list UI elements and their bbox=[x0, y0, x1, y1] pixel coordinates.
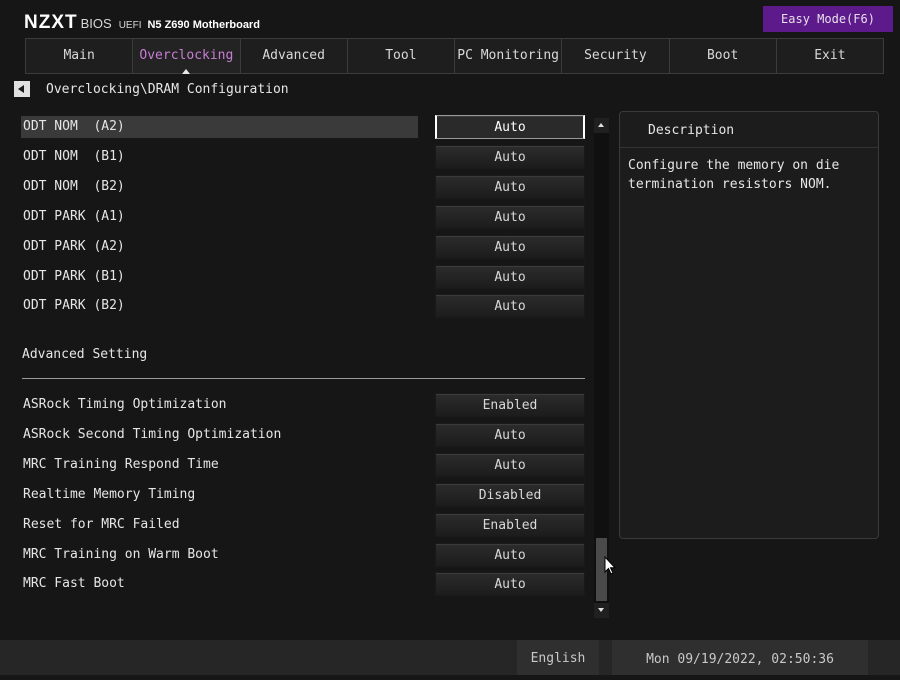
setting-value-odt-park-a2[interactable]: Auto bbox=[435, 234, 585, 259]
setting-label-mrc-training-respond-time[interactable]: MRC Training Respond Time bbox=[23, 454, 219, 476]
setting-value-odt-nom-b1[interactable]: Auto bbox=[435, 144, 585, 169]
setting-label-reset-for-mrc-failed[interactable]: Reset for MRC Failed bbox=[23, 514, 180, 536]
tab-exit[interactable]: Exit bbox=[775, 38, 884, 74]
setting-value-odt-park-b1[interactable]: Auto bbox=[435, 264, 585, 289]
motherboard-model: N5 Z690 Motherboard bbox=[147, 19, 260, 31]
setting-value-odt-nom-a2[interactable]: Auto bbox=[435, 115, 585, 139]
setting-label-odt-park-a2[interactable]: ODT PARK (A2) bbox=[23, 236, 125, 258]
tab-overclocking[interactable]: Overclocking bbox=[132, 38, 241, 74]
setting-label-asrock-second-timing-optimization[interactable]: ASRock Second Timing Optimization bbox=[23, 424, 281, 446]
setting-value-asrock-timing-optimization[interactable]: Enabled bbox=[435, 393, 585, 417]
description-text: Configure the memory on die termination … bbox=[628, 158, 848, 192]
breadcrumb: Overclocking\DRAM Configuration bbox=[14, 80, 289, 98]
setting-value-realtime-memory-timing[interactable]: Disabled bbox=[435, 482, 585, 507]
tab-security[interactable]: Security bbox=[561, 38, 670, 74]
setting-label-realtime-memory-timing[interactable]: Realtime Memory Timing bbox=[23, 484, 195, 506]
settings-scrollbar[interactable] bbox=[594, 118, 609, 618]
setting-value-asrock-second-timing-optimization[interactable]: Auto bbox=[435, 422, 585, 447]
setting-value-odt-park-b2[interactable]: Auto bbox=[435, 294, 585, 319]
footer-bar: English Mon 09/19/2022, 02:50:36 bbox=[0, 640, 900, 675]
scroll-down-button[interactable] bbox=[594, 603, 609, 618]
tab-tool[interactable]: Tool bbox=[346, 38, 455, 74]
setting-label-odt-park-b2[interactable]: ODT PARK (B2) bbox=[23, 295, 125, 317]
setting-value-odt-nom-b2[interactable]: Auto bbox=[435, 174, 585, 199]
nzxt-logo: NZXT BIOS UEFI N5 Z690 Motherboard bbox=[24, 12, 260, 34]
date-time-display: Mon 09/19/2022, 02:50:36 bbox=[612, 640, 868, 675]
brand-name: NZXT bbox=[24, 12, 78, 33]
setting-label-odt-park-a1[interactable]: ODT PARK (A1) bbox=[23, 206, 125, 228]
main-tabs: Main Overclocking Advanced Tool PC Monitorin… bbox=[25, 38, 884, 74]
arrow-up-icon bbox=[598, 123, 604, 127]
setting-label-mrc-training-on-warm-boot[interactable]: MRC Training on Warm Boot bbox=[23, 544, 219, 566]
setting-label-odt-nom-b1[interactable]: ODT NOM (B1) bbox=[23, 146, 125, 168]
tab-boot[interactable]: Boot bbox=[668, 38, 777, 74]
setting-value-mrc-training-respond-time[interactable]: Auto bbox=[435, 452, 585, 477]
setting-label-asrock-timing-optimization[interactable]: ASRock Timing Optimization bbox=[23, 394, 227, 416]
breadcrumb-path: Overclocking\DRAM Configuration bbox=[46, 81, 289, 97]
back-arrow-icon bbox=[18, 85, 24, 93]
bios-label: BIOS bbox=[80, 16, 112, 31]
setting-value-mrc-training-on-warm-boot[interactable]: Auto bbox=[435, 542, 585, 567]
tab-pc-monitoring[interactable]: PC Monitoring bbox=[454, 38, 563, 74]
description-panel: Description Configure the memory on die … bbox=[619, 111, 879, 539]
header-bar: NZXT BIOS UEFI N5 Z690 Motherboard Easy … bbox=[0, 0, 900, 38]
arrow-down-icon bbox=[598, 608, 604, 612]
back-button[interactable] bbox=[14, 81, 30, 97]
easy-mode-button[interactable]: Easy Mode(F6) bbox=[763, 6, 893, 32]
setting-label-odt-nom-a2[interactable]: ODT NOM (A2) bbox=[21, 116, 418, 138]
section-title-advanced-setting: Advanced Setting bbox=[22, 347, 148, 362]
setting-value-odt-park-a1[interactable]: Auto bbox=[435, 204, 585, 229]
setting-value-mrc-fast-boot[interactable]: Auto bbox=[435, 572, 585, 597]
setting-label-odt-park-b1[interactable]: ODT PARK (B1) bbox=[23, 266, 125, 288]
description-title: Description bbox=[620, 112, 878, 148]
tab-main[interactable]: Main bbox=[25, 38, 134, 74]
mouse-pointer-icon bbox=[604, 556, 616, 575]
language-selector[interactable]: English bbox=[517, 640, 599, 675]
setting-value-reset-for-mrc-failed[interactable]: Enabled bbox=[435, 512, 585, 537]
setting-label-mrc-fast-boot[interactable]: MRC Fast Boot bbox=[23, 573, 125, 595]
uefi-label: UEFI bbox=[118, 20, 142, 31]
setting-label-odt-nom-b2[interactable]: ODT NOM (B2) bbox=[23, 176, 125, 198]
section-divider bbox=[22, 378, 585, 379]
scroll-up-button[interactable] bbox=[594, 118, 609, 133]
tab-advanced[interactable]: Advanced bbox=[239, 38, 348, 74]
